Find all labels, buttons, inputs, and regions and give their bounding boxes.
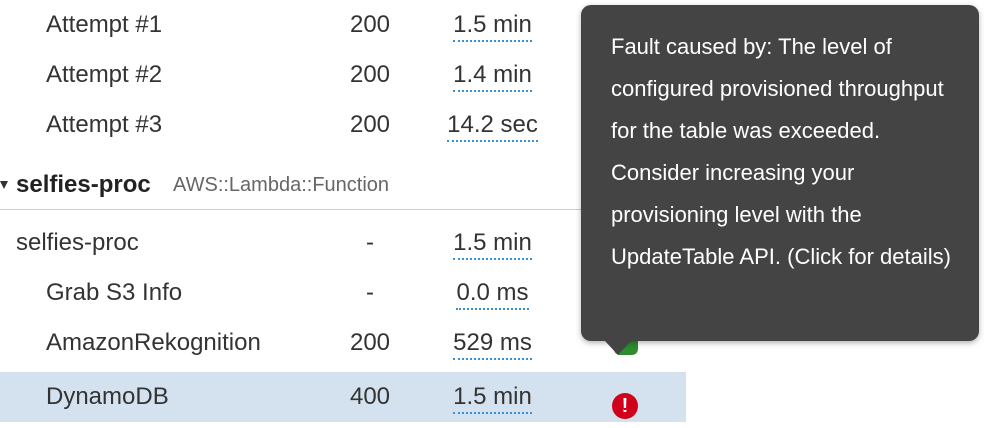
- row-name: Attempt #3: [46, 111, 163, 138]
- row-status: 200: [349, 11, 391, 38]
- row-status: -: [366, 279, 374, 306]
- row-name: selfies-proc: [16, 229, 139, 256]
- row-duration[interactable]: 1.5 min: [430, 0, 555, 50]
- row-status: -: [366, 229, 374, 256]
- row-status: 200: [349, 61, 391, 88]
- row-duration[interactable]: 14.2 sec: [430, 100, 555, 150]
- row-name: Attempt #2: [46, 61, 163, 88]
- tooltip-arrow: [605, 341, 631, 355]
- row-status: 400: [349, 383, 391, 410]
- row-name: AmazonRekognition: [46, 329, 261, 356]
- row-name: Attempt #1: [46, 11, 163, 38]
- table-row-selected[interactable]: DynamoDB 400 1.5 min !: [0, 372, 686, 422]
- row-status: 200: [349, 111, 391, 138]
- fault-indicator[interactable]: !: [600, 372, 650, 422]
- group-name: selfies-proc: [16, 171, 151, 198]
- exclamation-circle-icon[interactable]: !: [612, 393, 638, 419]
- tooltip-text: Fault caused by: The level of configured…: [611, 34, 951, 269]
- row-duration[interactable]: 1.4 min: [430, 50, 555, 100]
- row-duration[interactable]: 0.0 ms: [430, 268, 555, 318]
- row-name: DynamoDB: [46, 383, 169, 410]
- fault-tooltip[interactable]: Fault caused by: The level of configured…: [581, 5, 979, 341]
- indicator-underline: [613, 408, 637, 410]
- row-duration[interactable]: 529 ms: [430, 318, 555, 368]
- row-duration[interactable]: 1.5 min: [430, 372, 555, 422]
- row-duration[interactable]: 1.5 min: [430, 218, 555, 268]
- row-status: 200: [349, 329, 391, 356]
- group-type: AWS::Lambda::Function: [173, 174, 390, 196]
- caret-down-icon[interactable]: [0, 181, 8, 189]
- row-name: Grab S3 Info: [46, 279, 183, 306]
